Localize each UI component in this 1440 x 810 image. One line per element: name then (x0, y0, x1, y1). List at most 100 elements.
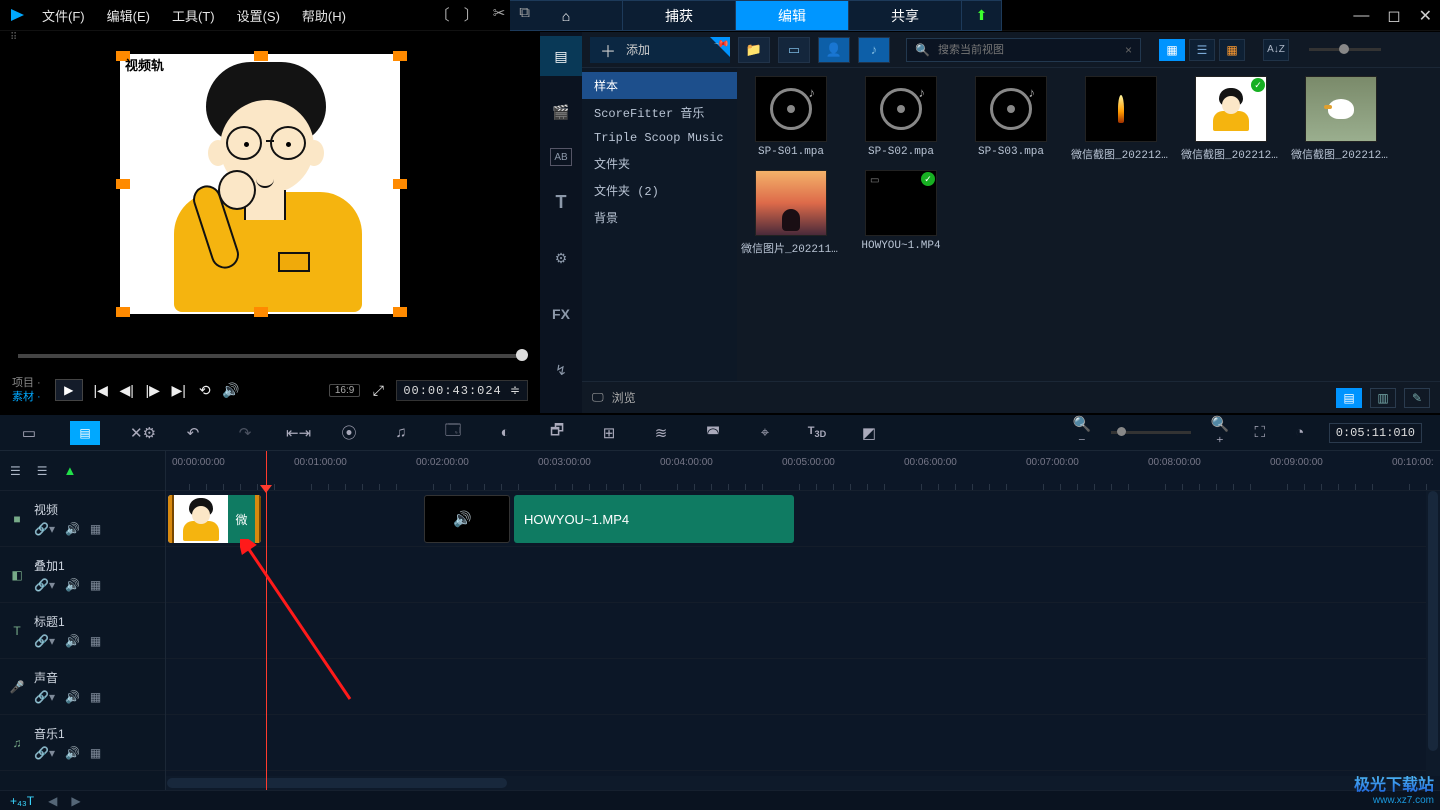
track-lane-title[interactable] (166, 603, 1440, 659)
track-head[interactable]: ♫ 音乐1 🔗▾ 🔊 ▦ (0, 715, 165, 771)
track-lane-overlay[interactable] (166, 547, 1440, 603)
tool-title-button[interactable]: 🗗 (546, 420, 568, 445)
track-solo-button[interactable]: ▦ (90, 634, 101, 648)
scrubber-knob[interactable] (516, 349, 528, 361)
resize-handle-tr[interactable] (393, 51, 407, 61)
resize-handle-br[interactable] (393, 307, 407, 317)
volume-button[interactable]: 🔊 (223, 382, 239, 398)
libside-link-icon[interactable]: ↯ (540, 350, 582, 390)
track-link-button[interactable]: 🔗▾ (34, 578, 55, 592)
tab-capture[interactable]: 捕获 (623, 0, 736, 31)
preview-mode-toggle[interactable]: 项目 · 素材 · (12, 376, 41, 404)
tool-speed-button[interactable]: ≋ (650, 424, 672, 442)
preview-timecode[interactable]: 00:00:43:024 ≑ (396, 380, 528, 401)
menu-file[interactable]: 文件(F) (42, 6, 85, 25)
thumb-size-slider[interactable] (1309, 48, 1381, 51)
track-head[interactable]: 🎤 声音 🔗▾ 🔊 ▦ (0, 659, 165, 715)
track-head[interactable]: ◧ 叠加1 🔗▾ 🔊 ▦ (0, 547, 165, 603)
tracks-menu-button[interactable]: ☰ (10, 464, 21, 478)
filter-folder-button[interactable]: 📁 (738, 37, 770, 63)
libside-gear-icon[interactable]: ⚙ (540, 238, 582, 278)
preview-clip-frame[interactable] (120, 54, 400, 314)
track-lane-voice[interactable] (166, 659, 1440, 715)
folder-item[interactable]: 样本 (582, 72, 737, 99)
loop-button[interactable]: ⟲ (197, 382, 213, 398)
timeline-area[interactable]: 00:00:00:0000:01:00:0000:02:00:0000:03:0… (166, 451, 1440, 790)
filter-audio-button[interactable]: ♪ (858, 37, 890, 63)
menu-tools[interactable]: 工具(T) (172, 6, 215, 25)
track-mute-button[interactable]: 🔊 (65, 746, 80, 760)
mark-out-icon[interactable]: 〕 (464, 4, 479, 25)
scroll-left-button[interactable]: ◀ (48, 794, 57, 808)
track-mute-button[interactable]: 🔊 (65, 634, 80, 648)
maximize-button[interactable]: ◻ (1387, 6, 1400, 26)
track-solo-button[interactable]: ▦ (90, 746, 101, 760)
add-media-button[interactable]: ＋ 添加 📌 (590, 37, 730, 63)
zoom-out-button[interactable]: 🔍⁻ (1071, 415, 1093, 451)
preview-canvas[interactable]: 视频轨 (26, 51, 514, 347)
menu-edit[interactable]: 编辑(E) (107, 6, 150, 25)
tool-track-button[interactable]: ⌖ (754, 424, 776, 441)
play-button[interactable]: ▶ (55, 379, 83, 401)
clip-black-video[interactable]: 🔊 (424, 495, 510, 543)
tool-settings-button[interactable]: ✕⚙ (130, 424, 152, 442)
resize-handle-b[interactable] (254, 307, 268, 317)
redo-button[interactable]: ↷ (234, 424, 256, 442)
menu-help[interactable]: 帮助(H) (302, 6, 346, 25)
track-lane-music[interactable] (166, 715, 1440, 771)
browse-button[interactable]: 🖵 浏览 (592, 389, 636, 406)
resize-handle-t[interactable] (254, 51, 268, 61)
filter-photo-button[interactable]: 👤 (818, 37, 850, 63)
media-thumb[interactable]: 微信截图_202212... (1071, 76, 1171, 162)
track-lane-video[interactable]: 微 🔊 HOWYOU~1.MP4 (166, 491, 1440, 547)
timeline-view-button[interactable]: ▤ (70, 421, 100, 445)
folder-item[interactable]: 文件夹 (2) (582, 177, 737, 204)
libside-title-icon[interactable]: T (540, 182, 582, 222)
track-mute-button[interactable]: 🔊 (65, 578, 80, 592)
add-track-button[interactable]: ▲ (64, 463, 77, 478)
tool-chroma-button[interactable]: ◐ (494, 424, 516, 441)
undo-button[interactable]: ↶ (182, 424, 204, 442)
media-thumb[interactable]: 微信截图_202212... (1291, 76, 1391, 162)
timeline-hscroll[interactable] (166, 776, 1426, 790)
track-link-button[interactable]: 🔗▾ (34, 690, 55, 704)
track-mute-button[interactable]: 🔊 (65, 522, 80, 536)
media-thumb[interactable]: ♪SP-S01.mpa (741, 76, 841, 162)
timeline-clock-button[interactable]: ◔ (1289, 424, 1311, 441)
storyboard-view-button[interactable]: ▭ (18, 424, 40, 442)
split-icon[interactable]: ✂ (493, 4, 506, 25)
track-solo-button[interactable]: ▦ (90, 578, 101, 592)
tool-stabilize-button[interactable]: ◚ (702, 424, 724, 442)
clear-search-button[interactable]: × (1125, 43, 1132, 57)
folder-item[interactable]: 背景 (582, 204, 737, 231)
next-frame-button[interactable]: |▶ (145, 382, 161, 398)
clip-image[interactable]: 微 (168, 495, 261, 543)
track-solo-button[interactable]: ▦ (90, 690, 101, 704)
resize-handle-bl[interactable] (116, 307, 130, 317)
folder-item[interactable]: Triple Scoop Music (582, 126, 737, 150)
folder-item[interactable]: ScoreFitter 音乐 (582, 99, 737, 126)
tool-3d-button[interactable]: T3D (806, 425, 828, 439)
snapshot-icon[interactable]: ⧉ (519, 4, 530, 25)
mode-project[interactable]: 项目 · (12, 376, 41, 390)
libside-fx-icon[interactable]: FX (540, 294, 582, 334)
goto-end-button[interactable]: ▶| (171, 382, 187, 398)
resize-handle-r[interactable] (393, 179, 407, 189)
tool-audio-button[interactable]: ♫ (390, 424, 412, 441)
filter-video-button[interactable]: ▭ (778, 37, 810, 63)
libside-ab-icon[interactable]: AB (550, 148, 572, 166)
sort-button[interactable]: A↓Z (1263, 39, 1289, 61)
prev-frame-button[interactable]: ◀| (119, 382, 135, 398)
minimize-button[interactable]: — (1353, 7, 1369, 25)
timeline-timecode[interactable]: 0:05:11:010 (1329, 423, 1422, 443)
expand-icon[interactable]: ⤢ (370, 382, 386, 398)
media-thumb[interactable]: ✓微信截图_202212... (1181, 76, 1281, 162)
search-box[interactable]: 🔍 × (906, 38, 1141, 62)
aspect-ratio-badge[interactable]: 16:9 (329, 384, 360, 397)
track-link-button[interactable]: 🔗▾ (34, 746, 55, 760)
timeline-vscroll[interactable] (1426, 491, 1440, 776)
media-thumb[interactable]: 微信图片_202211... (741, 170, 841, 256)
media-thumb[interactable]: ♪SP-S03.mpa (961, 76, 1061, 162)
track-link-button[interactable]: 🔗▾ (34, 522, 55, 536)
tracks-menu2-button[interactable]: ☰ (37, 464, 48, 478)
